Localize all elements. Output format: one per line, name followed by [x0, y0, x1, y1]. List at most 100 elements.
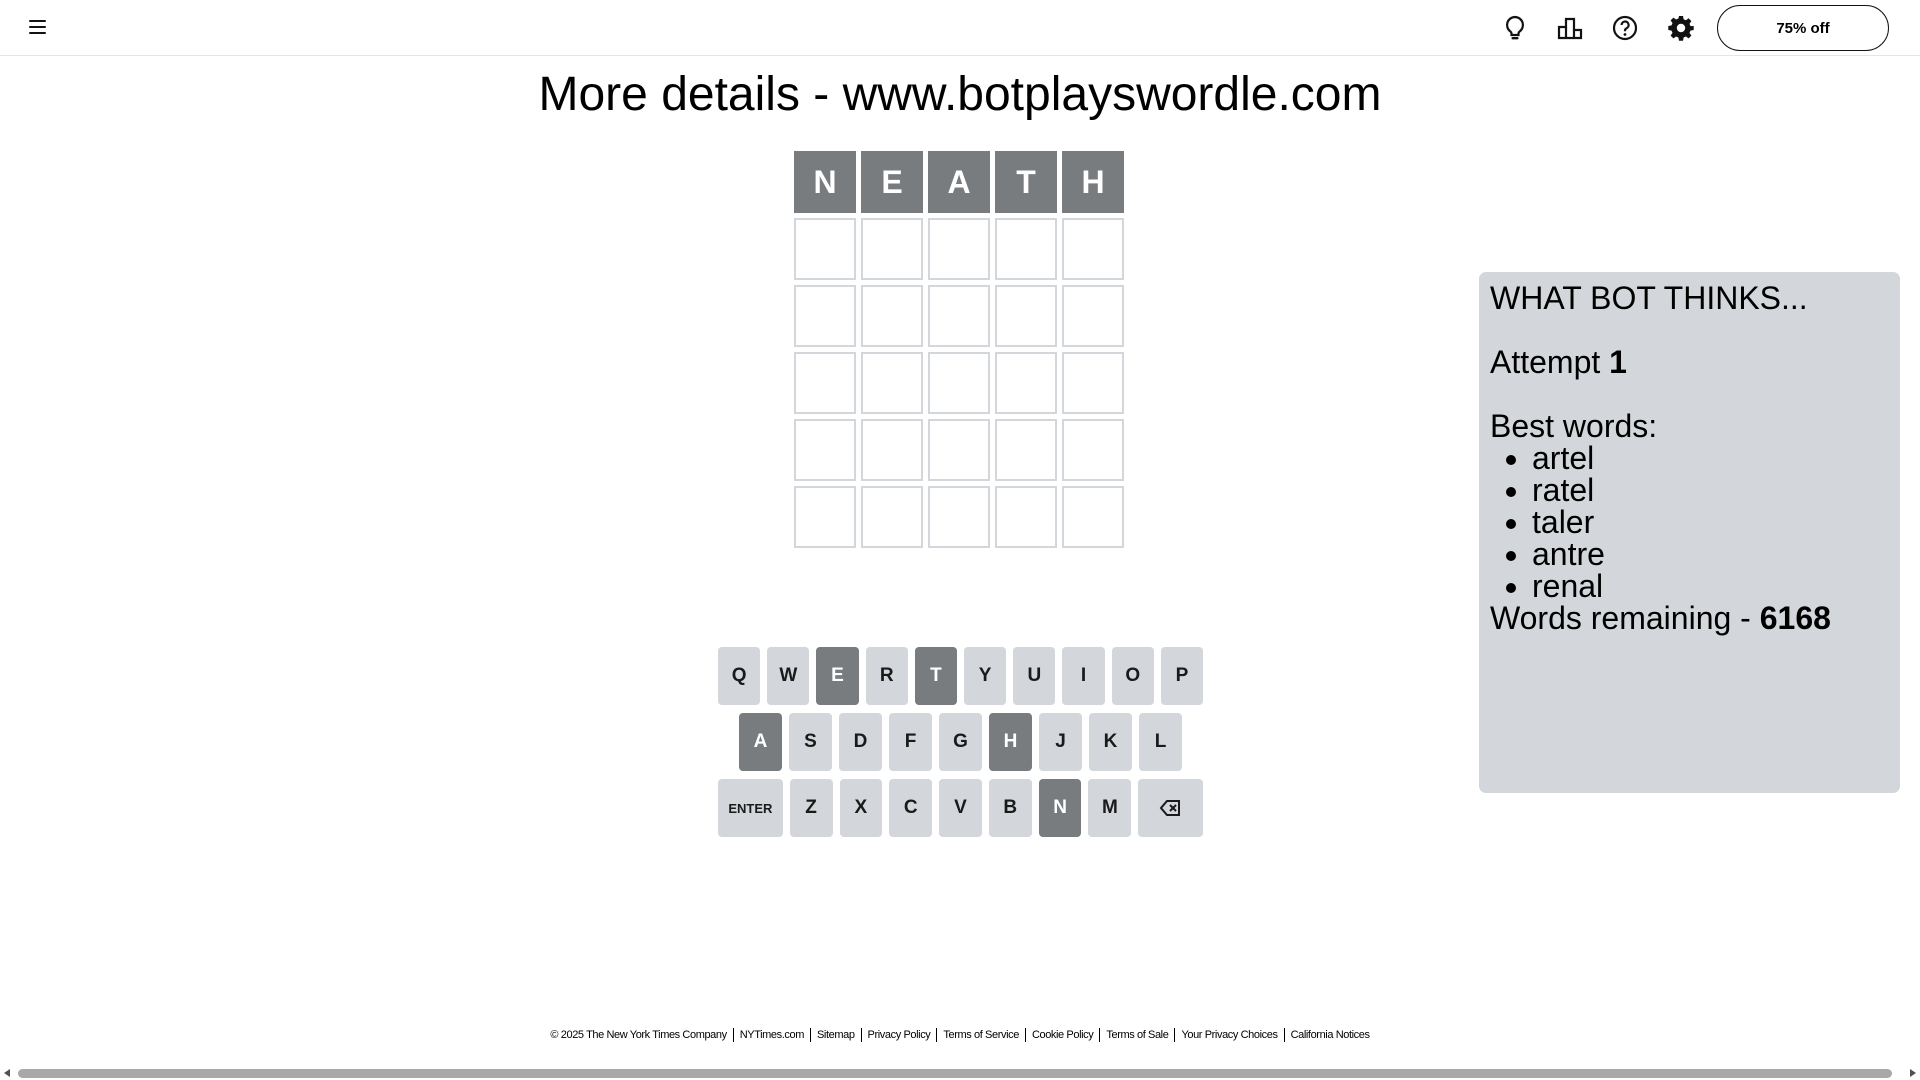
- board-row: [794, 285, 1127, 347]
- key-p[interactable]: P: [1160, 647, 1204, 705]
- board-tile-empty: [1062, 285, 1124, 347]
- board-tile-empty: [995, 486, 1057, 548]
- words-remaining-line: Words remaining - 6168: [1490, 602, 1889, 634]
- board-tile-empty: [861, 285, 923, 347]
- key-b[interactable]: B: [988, 779, 1032, 837]
- help-question-icon[interactable]: [1610, 13, 1640, 43]
- scroll-left-arrow-icon[interactable]: [4, 1069, 10, 1077]
- scrollbar-thumb[interactable]: [18, 1069, 1892, 1078]
- hamburger-menu-icon[interactable]: [27, 18, 51, 38]
- key-l[interactable]: L: [1139, 713, 1182, 771]
- stats-bar-chart-icon[interactable]: [1555, 13, 1585, 43]
- board-tile-empty: [928, 218, 990, 280]
- board-tile-empty: [995, 352, 1057, 414]
- key-f[interactable]: F: [889, 713, 932, 771]
- board-tile-empty: [861, 352, 923, 414]
- key-i[interactable]: I: [1062, 647, 1105, 705]
- key-n[interactable]: N: [1038, 779, 1082, 837]
- key-t[interactable]: T: [914, 647, 957, 705]
- key-u[interactable]: U: [1013, 647, 1056, 705]
- board-tile-empty: [995, 218, 1057, 280]
- footer-links: © 2025 The New York Times Company NYTimes…: [0, 1028, 1920, 1042]
- subscription-offer-button[interactable]: 75% off: [1717, 5, 1889, 51]
- key-v[interactable]: V: [939, 779, 982, 837]
- key-o[interactable]: O: [1111, 647, 1154, 705]
- board-row: [794, 218, 1127, 280]
- horizontal-scrollbar[interactable]: [0, 1066, 1920, 1080]
- board-tile-empty: [928, 486, 990, 548]
- bot-thinks-panel: WHAT BOT THINKS... Attempt 1 Best words:…: [1479, 272, 1900, 793]
- lightbulb-icon[interactable]: [1500, 13, 1530, 43]
- footer-link[interactable]: Cookie Policy: [1032, 1029, 1094, 1041]
- attempt-number: 1: [1609, 344, 1627, 380]
- footer-divider: [1099, 1028, 1101, 1042]
- scroll-right-arrow-icon[interactable]: [1910, 1069, 1916, 1077]
- footer-link[interactable]: NYTimes.com: [740, 1029, 805, 1041]
- board-tile-n: N: [794, 151, 856, 213]
- key-j[interactable]: J: [1039, 713, 1082, 771]
- board-row: [794, 352, 1127, 414]
- footer-link[interactable]: Your Privacy Choices: [1181, 1029, 1278, 1041]
- board-tile-empty: [928, 419, 990, 481]
- keyboard-row: ENTER Z X C V B N M: [718, 779, 1203, 837]
- backspace-key[interactable]: [1138, 779, 1203, 837]
- keyboard-row: QWERTYUIOP: [717, 647, 1204, 705]
- settings-gear-icon[interactable]: [1666, 13, 1696, 43]
- key-y[interactable]: Y: [964, 647, 1007, 705]
- key-z[interactable]: Z: [789, 779, 833, 837]
- board-tile-empty: [794, 285, 856, 347]
- key-g[interactable]: G: [939, 713, 982, 771]
- words-remaining-count: 6168: [1759, 600, 1831, 636]
- enter-key[interactable]: ENTER: [718, 779, 783, 837]
- board-tile-t: T: [995, 151, 1057, 213]
- footer-copyright: © 2025 The New York Times Company: [550, 1029, 727, 1041]
- board-tile-empty: [1062, 486, 1124, 548]
- board-tile-empty: [861, 486, 923, 548]
- top-navigation-bar: 75% off: [0, 0, 1920, 56]
- key-h[interactable]: H: [989, 713, 1032, 771]
- best-word-item: antre: [1532, 538, 1889, 570]
- key-x[interactable]: X: [839, 779, 883, 837]
- footer-divider: [1283, 1028, 1285, 1042]
- best-word-item: renal: [1532, 570, 1889, 602]
- board-tile-empty: [995, 419, 1057, 481]
- attempt-line: Attempt 1: [1490, 346, 1889, 378]
- footer-link[interactable]: California Notices: [1291, 1029, 1370, 1041]
- key-k[interactable]: K: [1089, 713, 1132, 771]
- best-words-list: artelrateltalerantrerenal: [1490, 442, 1889, 602]
- key-a[interactable]: A: [739, 713, 782, 771]
- board-tile-empty: [995, 285, 1057, 347]
- footer-divider: [936, 1028, 938, 1042]
- footer-link[interactable]: Terms of Sale: [1106, 1029, 1168, 1041]
- board-tile-empty: [794, 352, 856, 414]
- board-tile-a: A: [928, 151, 990, 213]
- best-word-item: ratel: [1532, 474, 1889, 506]
- key-w[interactable]: W: [767, 647, 810, 705]
- board-tile-empty: [794, 419, 856, 481]
- board-tile-empty: [928, 352, 990, 414]
- footer-divider: [1024, 1028, 1026, 1042]
- key-r[interactable]: R: [865, 647, 908, 705]
- footer-divider: [860, 1028, 862, 1042]
- key-e[interactable]: E: [816, 647, 859, 705]
- key-q[interactable]: Q: [717, 647, 761, 705]
- footer-link[interactable]: Privacy Policy: [868, 1029, 931, 1041]
- board-tile-e: E: [861, 151, 923, 213]
- best-word-item: artel: [1532, 442, 1889, 474]
- board-row: [794, 419, 1127, 481]
- board-tile-h: H: [1062, 151, 1124, 213]
- footer-link[interactable]: Sitemap: [817, 1029, 855, 1041]
- key-c[interactable]: C: [889, 779, 933, 837]
- key-d[interactable]: D: [839, 713, 882, 771]
- key-m[interactable]: M: [1088, 779, 1132, 837]
- board-tile-empty: [794, 218, 856, 280]
- on-screen-keyboard: Q W E R T Y U I O P A S D F G H J K L ENTER Z X C V B N M: [717, 647, 1204, 845]
- footer-divider: [1174, 1028, 1176, 1042]
- board-tile-empty: [1062, 218, 1124, 280]
- board-tile-empty: [1062, 419, 1124, 481]
- bot-panel-title: WHAT BOT THINKS...: [1490, 280, 1808, 316]
- footer-link[interactable]: Terms of Service: [943, 1029, 1019, 1041]
- attempt-label: Attempt: [1490, 344, 1601, 380]
- best-words-label: Best words:: [1490, 408, 1658, 444]
- key-s[interactable]: S: [789, 713, 832, 771]
